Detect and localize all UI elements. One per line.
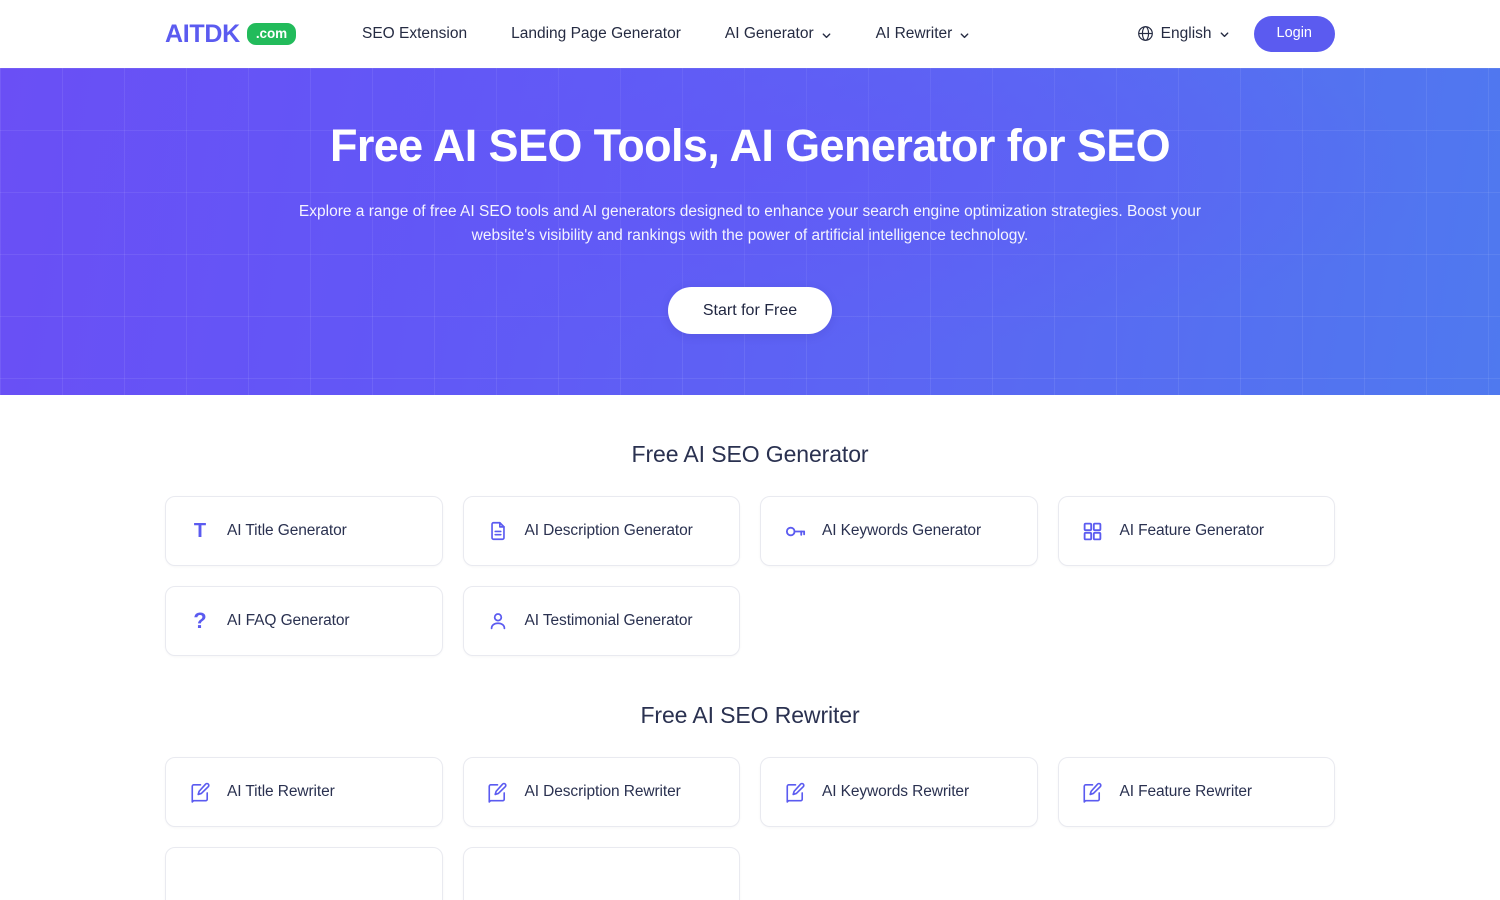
globe-icon <box>1137 25 1154 42</box>
main-navigation: SEO Extension Landing Page Generator AI … <box>340 0 992 68</box>
nav-item-landing-page-generator[interactable]: Landing Page Generator <box>489 0 703 68</box>
section-title-generator: Free AI SEO Generator <box>631 441 869 467</box>
tool-card-label: AI Description Generator <box>524 522 693 539</box>
edit-pencil-icon <box>1081 780 1105 804</box>
site-logo[interactable]: AITDK .com <box>165 19 296 48</box>
edit-pencil-icon <box>188 780 212 804</box>
chevron-down-icon <box>821 30 832 41</box>
edit-pencil-icon <box>783 780 807 804</box>
logo-wordmark: AITDK <box>165 19 240 48</box>
document-lines-icon <box>486 519 510 543</box>
question-mark-icon: ? <box>193 608 207 633</box>
tool-card-rewriter-partial-1[interactable] <box>165 847 443 900</box>
tool-card-label: AI Feature Generator <box>1119 522 1265 539</box>
tool-card-label: AI Title Rewriter <box>227 783 335 800</box>
nav-item-label: AI Rewriter <box>875 25 953 42</box>
language-switcher[interactable]: English <box>1133 19 1234 49</box>
site-header: AITDK .com SEO Extension Landing Page Ge… <box>0 0 1500 68</box>
tool-card-ai-keywords-rewriter[interactable]: AI Keywords Rewriter <box>760 757 1038 827</box>
chevron-down-icon <box>1219 29 1230 40</box>
tool-card-ai-testimonial-generator[interactable]: AI Testimonial Generator <box>462 586 740 656</box>
tool-card-ai-faq-generator[interactable]: ? AI FAQ Generator <box>165 586 443 656</box>
user-icon <box>486 609 510 633</box>
login-button[interactable]: Login <box>1253 16 1335 52</box>
hero-subtitle: Explore a range of free AI SEO tools and… <box>298 202 1202 245</box>
tool-card-ai-keywords-generator[interactable]: AI Keywords Generator <box>760 496 1038 566</box>
tool-card-label: AI Keywords Generator <box>822 522 982 539</box>
tool-card-label: AI Testimonial Generator <box>524 612 693 629</box>
tool-card-label: AI FAQ Generator <box>227 612 350 629</box>
header-right-actions: English Login <box>1133 16 1335 52</box>
text-title-icon: T <box>193 520 207 542</box>
grid-squares-icon <box>1081 519 1105 543</box>
nav-item-seo-extension[interactable]: SEO Extension <box>340 0 489 68</box>
hero-banner: Free AI SEO Tools, AI Generator for SEO … <box>0 68 1500 395</box>
nav-item-ai-generator[interactable]: AI Generator <box>703 0 854 68</box>
nav-item-ai-rewriter[interactable]: AI Rewriter <box>854 0 993 68</box>
tool-card-ai-feature-rewriter[interactable]: AI Feature Rewriter <box>1057 757 1335 827</box>
tool-card-ai-feature-generator[interactable]: AI Feature Generator <box>1057 496 1335 566</box>
tool-card-ai-description-generator[interactable]: AI Description Generator <box>462 496 740 566</box>
section-title-rewriter: Free AI SEO Rewriter <box>640 702 860 728</box>
chevron-down-icon <box>959 30 970 41</box>
tool-card-rewriter-partial-2[interactable] <box>462 847 740 900</box>
tool-card-label: AI Description Rewriter <box>524 783 681 800</box>
tool-card-ai-description-rewriter[interactable]: AI Description Rewriter <box>462 757 740 827</box>
key-icon <box>783 519 807 543</box>
tool-card-label: AI Feature Rewriter <box>1119 783 1253 800</box>
tool-card-ai-title-rewriter[interactable]: AI Title Rewriter <box>165 757 443 827</box>
nav-item-label: Landing Page Generator <box>511 25 681 42</box>
language-label: English <box>1160 24 1212 42</box>
start-for-free-button[interactable]: Start for Free <box>667 286 833 334</box>
page-title: Free AI SEO Tools, AI Generator for SEO <box>329 120 1171 171</box>
nav-item-label: SEO Extension <box>362 25 468 42</box>
nav-item-label: AI Generator <box>724 25 814 42</box>
generator-card-grid: T AI Title Generator AI Description Gene… <box>165 496 1335 656</box>
main-content: Free AI SEO Generator T AI Title Generat… <box>0 395 1500 900</box>
tool-card-ai-title-generator[interactable]: T AI Title Generator <box>165 496 443 566</box>
edit-pencil-icon <box>486 780 510 804</box>
tool-card-label: AI Title Generator <box>227 522 347 539</box>
logo-domain-badge: .com <box>246 22 296 46</box>
rewriter-card-grid: AI Title Rewriter AI Description Rewrite… <box>165 757 1335 900</box>
tool-card-label: AI Keywords Rewriter <box>822 783 970 800</box>
